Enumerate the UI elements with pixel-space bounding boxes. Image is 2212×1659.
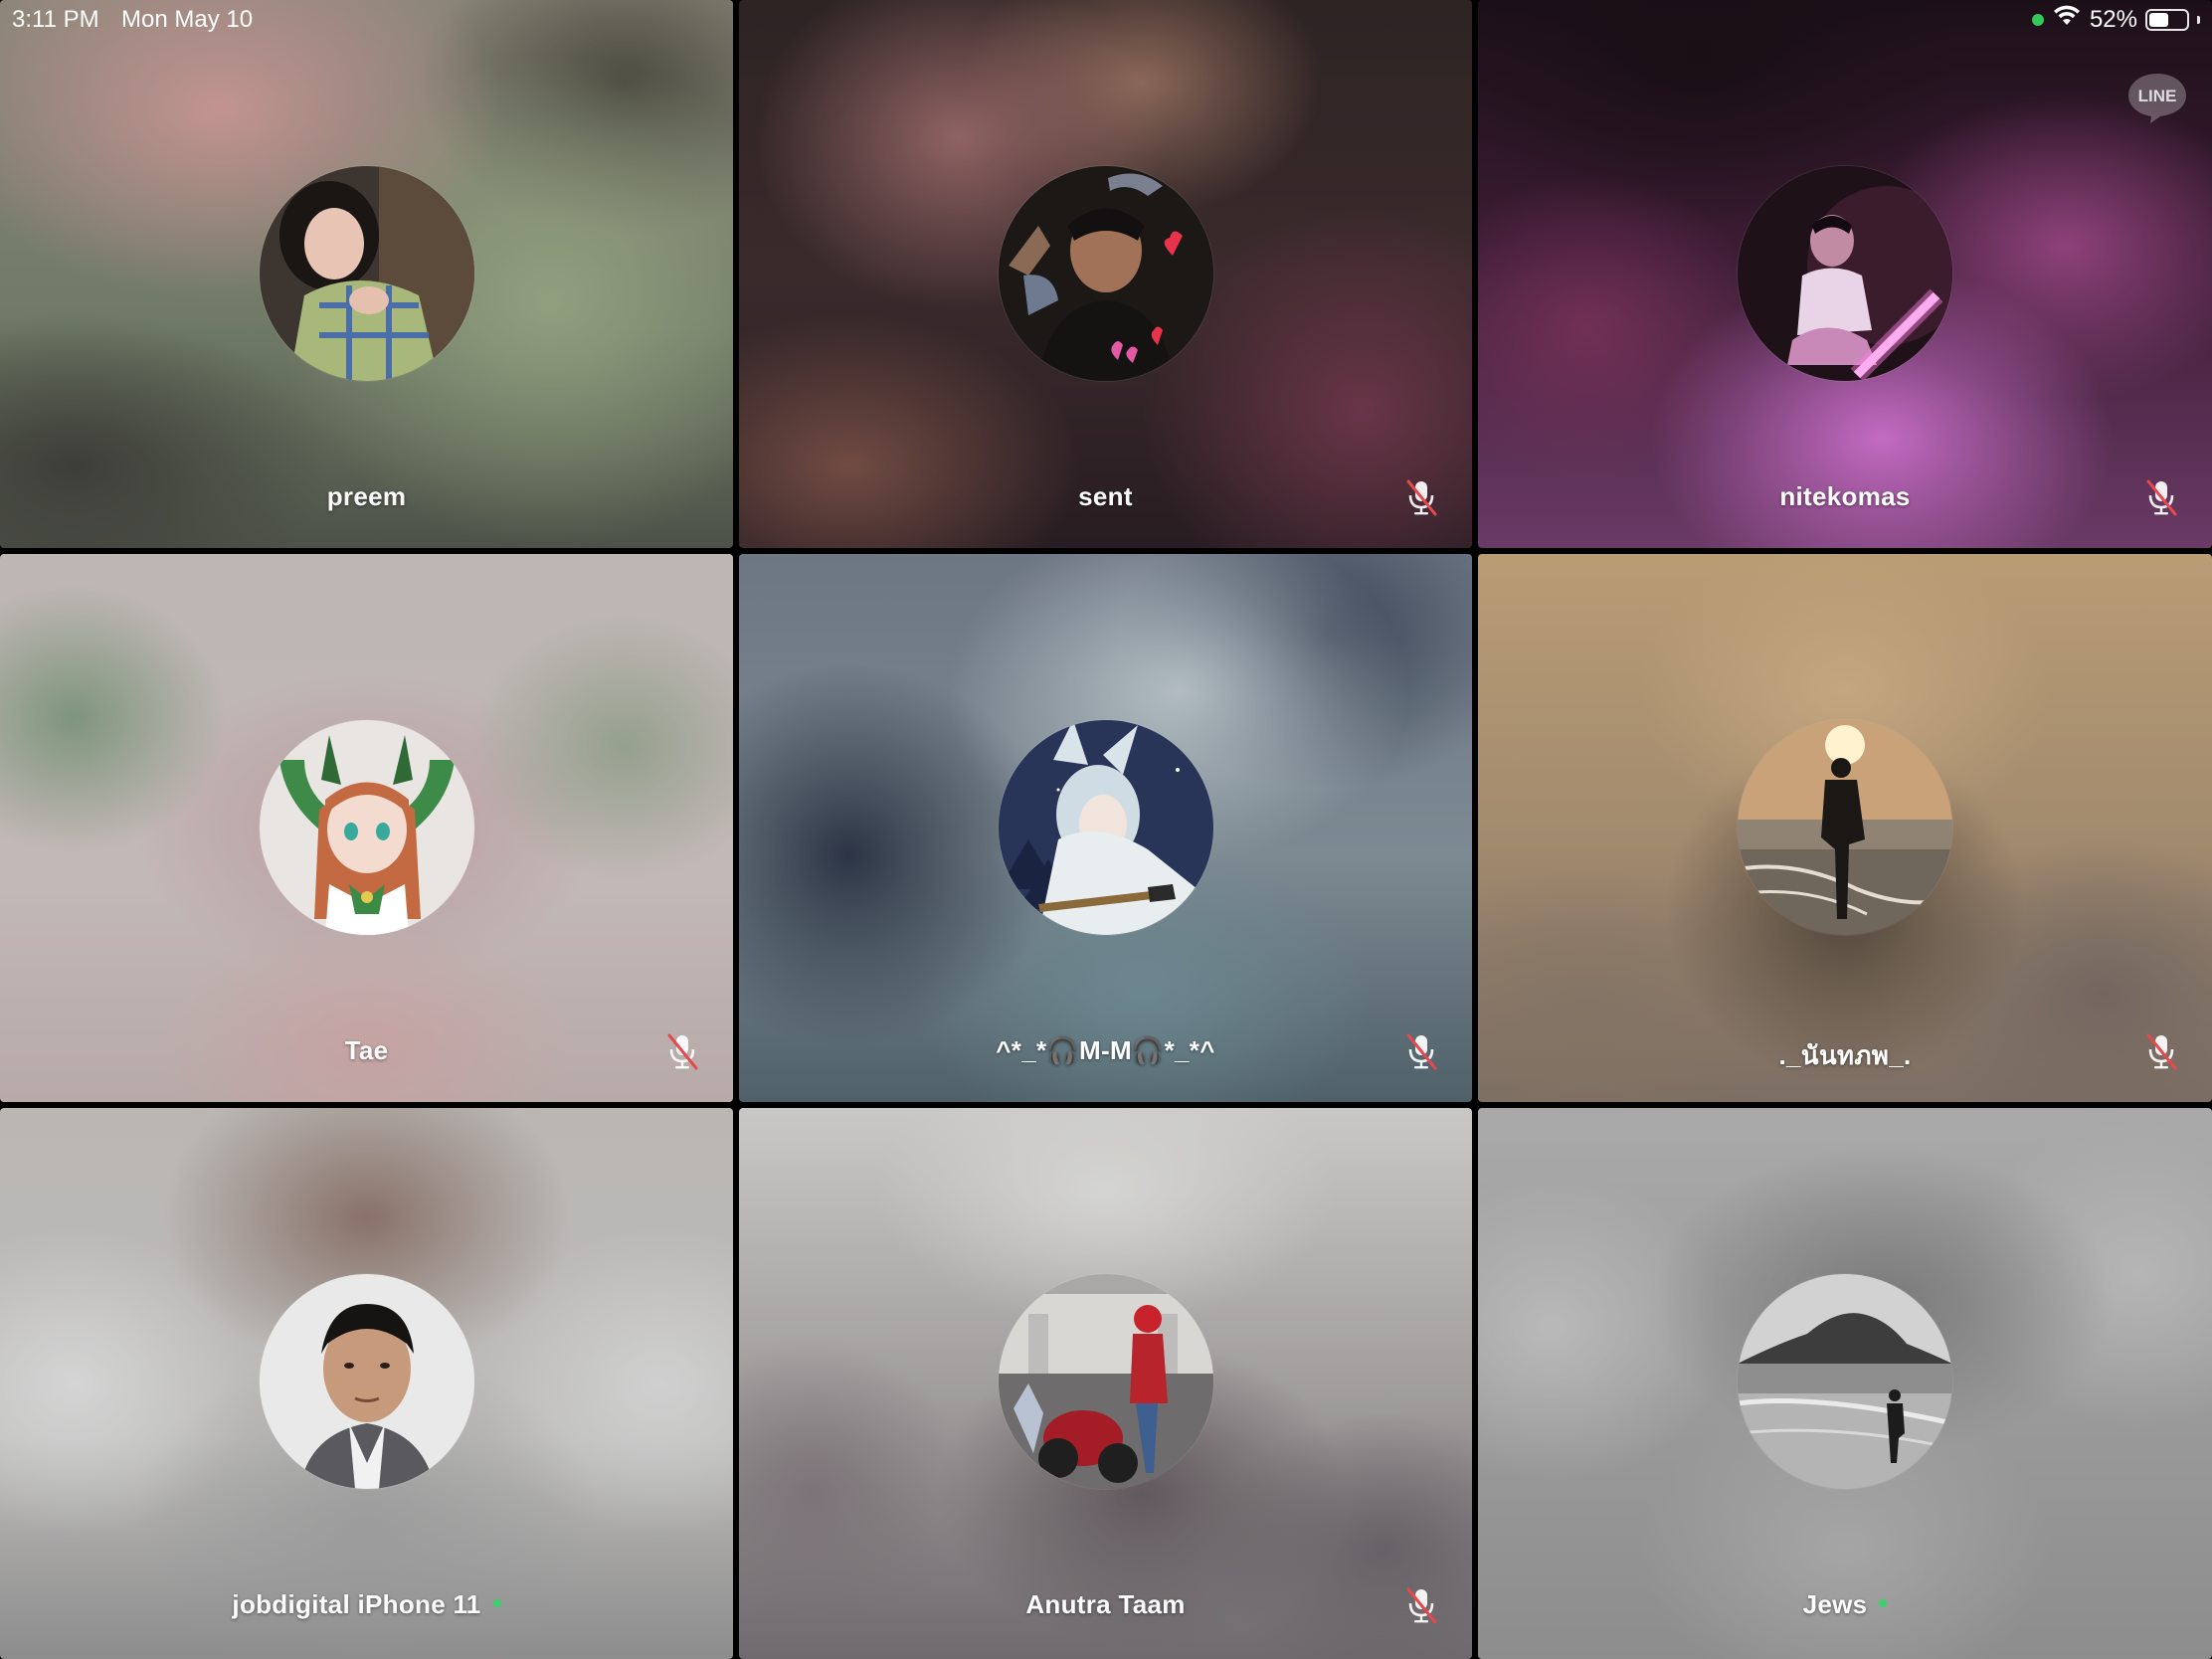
battery-percent: 52% — [2089, 5, 2137, 33]
muted-mic-icon — [2144, 477, 2178, 517]
participant-tile[interactable]: ._นันทภพ_. — [1478, 554, 2212, 1102]
status-date: Mon May 10 — [121, 6, 254, 33]
participant-tile[interactable]: preem — [0, 0, 733, 548]
online-indicator — [1879, 1599, 1888, 1608]
avatar — [998, 1274, 1213, 1489]
line-app-label: LINE — [2138, 87, 2177, 105]
participant-name: ._นันทภพ_. — [1778, 1040, 1912, 1070]
avatar — [998, 720, 1213, 935]
participant-name: Tae — [344, 1035, 389, 1065]
muted-mic-icon — [1404, 1031, 1438, 1071]
status-bar: 3:11 PM Mon May 10 52% — [0, 0, 2212, 40]
participant-tile[interactable]: nitekomas — [1478, 0, 2212, 548]
participant-name: sent — [1078, 481, 1133, 511]
line-app-icon[interactable]: LINE — [2126, 72, 2188, 125]
participant-grid: preem sent nitekomas Tae ^*_*🎧M-M🎧*_*^ .… — [0, 0, 2212, 1659]
battery-tip — [2197, 15, 2200, 24]
participant-tile[interactable]: ^*_*🎧M-M🎧*_*^ — [739, 554, 1472, 1102]
online-indicator — [492, 1599, 501, 1608]
battery-level-fill — [2149, 12, 2168, 27]
participant-tile[interactable]: jobdigital iPhone 11 — [0, 1108, 733, 1659]
avatar — [259, 720, 474, 935]
muted-mic-icon — [1404, 477, 1438, 517]
avatar — [1738, 720, 1952, 935]
avatar — [259, 166, 474, 381]
muted-mic-icon — [1404, 1585, 1438, 1625]
avatar — [1738, 166, 1952, 381]
participant-tile[interactable]: sent — [739, 0, 1472, 548]
status-time: 3:11 PM — [12, 6, 99, 33]
participant-tile[interactable]: Anutra Taam — [739, 1108, 1472, 1659]
participant-name: ^*_*🎧M-M🎧*_*^ — [996, 1035, 1215, 1065]
participant-name: jobdigital iPhone 11 — [0, 1589, 733, 1620]
participant-name: nitekomas — [1779, 481, 1911, 511]
participant-name: preem — [326, 481, 407, 511]
avatar — [259, 1274, 474, 1489]
avatar — [998, 166, 1213, 381]
group-call-screen: 3:11 PM Mon May 10 52% LINE preem sent n… — [0, 0, 2212, 1659]
camera-in-use-indicator — [2031, 13, 2044, 26]
muted-mic-icon — [665, 1031, 699, 1071]
muted-mic-icon — [2144, 1031, 2178, 1071]
participant-name: Anutra Taam — [1025, 1589, 1186, 1619]
status-right-group: 52% — [2031, 4, 2200, 35]
battery-icon — [2145, 8, 2189, 31]
wifi-icon — [2052, 4, 2082, 35]
participant-name: Jews — [1478, 1589, 2212, 1620]
participant-tile[interactable]: Tae — [0, 554, 733, 1102]
participant-tile[interactable]: Jews — [1478, 1108, 2212, 1659]
avatar — [1738, 1274, 1952, 1489]
